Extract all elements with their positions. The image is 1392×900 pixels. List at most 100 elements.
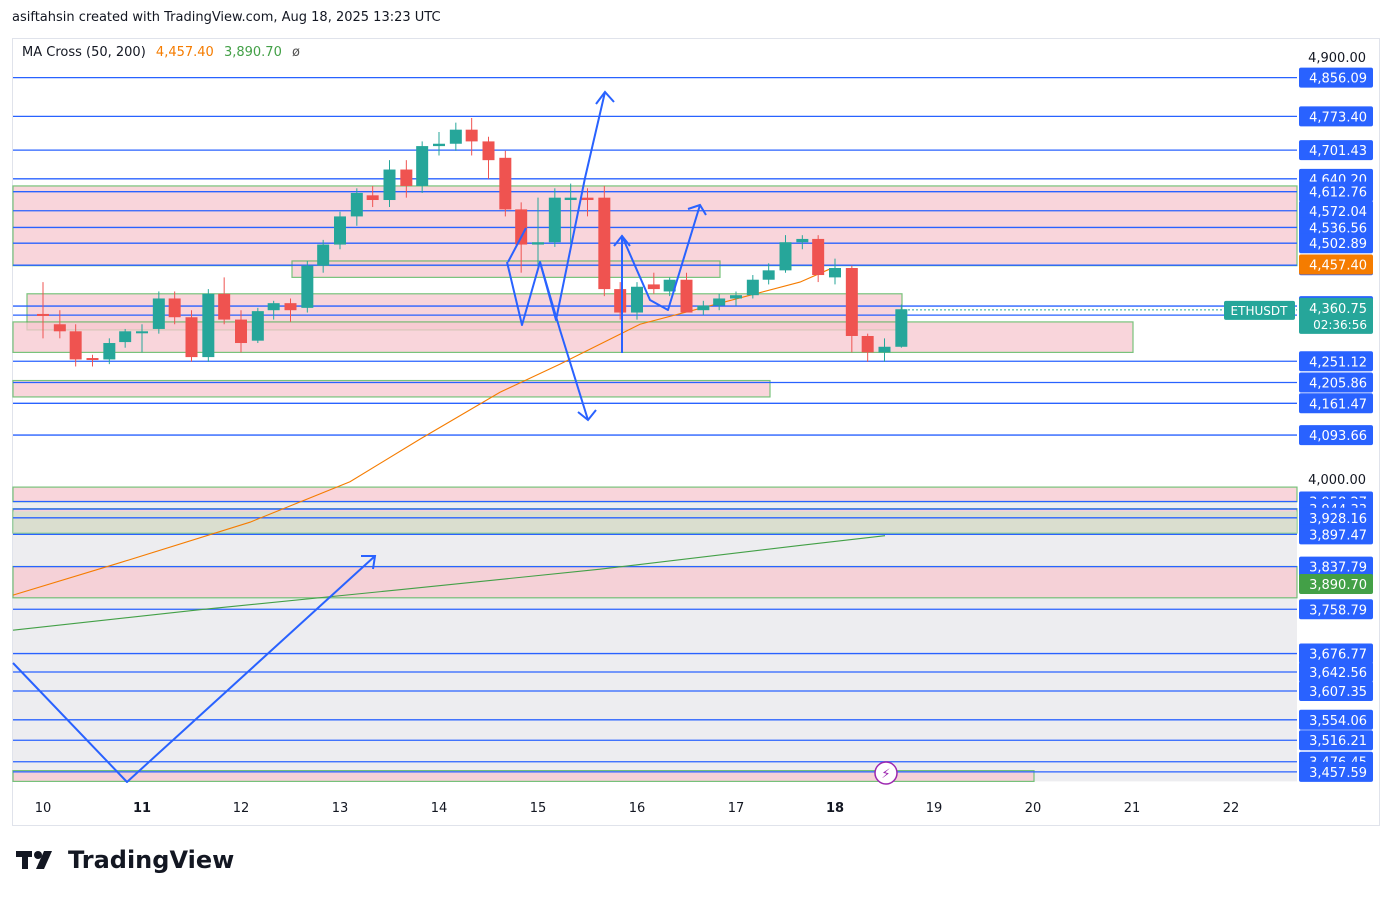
ma200-price-label: 3,890.70 — [1309, 578, 1367, 593]
level-label-1: 4,773.40 — [1309, 110, 1367, 125]
level-label-14: 4,093.66 — [1309, 429, 1367, 444]
candle-2[interactable] — [69, 331, 82, 360]
last-price-label: 4,360.75 — [1309, 302, 1367, 317]
x-tick-14: 14 — [431, 801, 448, 816]
symbol-label: ETHUSDT — [1231, 304, 1289, 318]
level-label-18: 3,897.47 — [1309, 528, 1367, 543]
candle-6[interactable] — [136, 331, 148, 334]
candle-34[interactable] — [598, 197, 611, 290]
candle-3[interactable] — [86, 358, 99, 361]
candle-11[interactable] — [218, 293, 231, 320]
candle-21[interactable] — [383, 169, 396, 201]
candle-16[interactable] — [301, 265, 314, 308]
level-label-22: 3,642.56 — [1309, 666, 1367, 681]
ma200-value: 3,890.70 — [223, 45, 282, 60]
candle-18[interactable] — [334, 216, 346, 245]
ma50-price-label: 4,457.40 — [1309, 259, 1367, 274]
level-label-25: 3,516.21 — [1309, 734, 1367, 749]
candle-8[interactable] — [168, 298, 181, 318]
candle-44[interactable] — [762, 270, 775, 280]
candle-15[interactable] — [284, 303, 297, 311]
candle-5[interactable] — [119, 331, 132, 343]
candle-36[interactable] — [631, 286, 643, 313]
candle-43[interactable] — [746, 279, 759, 296]
supply-zone-mid[interactable] — [291, 260, 721, 278]
tradingview-brand: TradingView — [68, 846, 235, 874]
x-tick-12: 12 — [233, 801, 250, 816]
x-tick-11: 11 — [133, 801, 151, 816]
x-tick-16: 16 — [629, 801, 646, 816]
candle-30[interactable] — [532, 242, 544, 245]
candle-33[interactable] — [581, 197, 594, 201]
supply-zone-upper[interactable] — [12, 185, 1298, 267]
candle-46[interactable] — [796, 238, 809, 243]
candle-27[interactable] — [482, 141, 495, 161]
candle-32[interactable] — [564, 197, 577, 201]
candle-4[interactable] — [103, 343, 116, 360]
x-tick-19: 19 — [926, 801, 943, 816]
candle-22[interactable] — [400, 169, 413, 186]
candle-12[interactable] — [235, 319, 247, 344]
candle-28[interactable] — [499, 157, 512, 210]
candle-26[interactable] — [465, 129, 478, 142]
candle-37[interactable] — [647, 284, 660, 290]
indicator-name: MA Cross (50, 200) — [22, 45, 146, 60]
level-label-12: 4,205.86 — [1309, 376, 1367, 391]
indicator-symbol: ø — [291, 45, 300, 60]
candle-39[interactable] — [680, 279, 693, 313]
green-zone — [13, 511, 1297, 533]
candle-35[interactable] — [614, 289, 627, 313]
lightning-icon: ⚡ — [881, 767, 890, 782]
zone-3958[interactable] — [12, 486, 1298, 503]
x-tick-21: 21 — [1124, 801, 1141, 816]
candle-7[interactable] — [152, 298, 165, 329]
x-tick-10: 10 — [35, 801, 52, 816]
candle-40[interactable] — [697, 305, 710, 311]
candle-49[interactable] — [845, 268, 858, 336]
candle-31[interactable] — [548, 197, 561, 243]
candle-45[interactable] — [779, 242, 792, 271]
demand-zone[interactable] — [12, 321, 1134, 353]
candle-0[interactable] — [37, 313, 49, 316]
candle-50[interactable] — [861, 335, 874, 353]
candle-9[interactable] — [185, 317, 198, 358]
zone-3758[interactable] — [12, 565, 1298, 599]
candle-23[interactable] — [416, 146, 429, 186]
candle-25[interactable] — [449, 129, 462, 144]
level-label-24: 3,554.06 — [1309, 714, 1367, 729]
level-label-11: 4,251.12 — [1309, 355, 1367, 370]
candle-10[interactable] — [202, 293, 215, 358]
indicator-legend[interactable]: MA Cross (50, 200) 4,457.40 3,890.70 ø — [22, 45, 300, 60]
candle-13[interactable] — [251, 311, 264, 341]
y-tick-0: 4,900.00 — [1308, 51, 1366, 66]
y-tick-1: 4,000.00 — [1308, 473, 1366, 488]
candle-41[interactable] — [713, 298, 726, 306]
candle-19[interactable] — [350, 192, 363, 217]
candle-47[interactable] — [812, 238, 825, 276]
level-label-27: 3,457.59 — [1309, 766, 1367, 781]
level-label-21: 3,676.77 — [1309, 648, 1367, 663]
level-label-13: 4,161.47 — [1309, 397, 1367, 412]
x-tick-22: 22 — [1223, 801, 1240, 816]
candle-48[interactable] — [829, 268, 841, 278]
level-label-0: 4,856.09 — [1309, 72, 1367, 87]
tradingview-logo-icon — [16, 851, 52, 869]
lower-range-zone — [13, 501, 1297, 782]
candle-14[interactable] — [267, 303, 280, 311]
x-tick-13: 13 — [332, 801, 349, 816]
candle-52[interactable] — [895, 309, 908, 347]
candle-17[interactable] — [317, 244, 330, 266]
level-label-7: 4,502.89 — [1309, 237, 1367, 252]
x-tick-20: 20 — [1025, 801, 1042, 816]
candle-1[interactable] — [53, 324, 66, 332]
candle-29[interactable] — [515, 209, 528, 245]
candle-42[interactable] — [730, 295, 742, 299]
level-label-19: 3,837.79 — [1309, 561, 1367, 576]
level-label-2: 4,701.43 — [1309, 144, 1367, 159]
candle-20[interactable] — [366, 195, 379, 201]
candle-51[interactable] — [878, 346, 891, 353]
tradingview-logo[interactable]: TradingView — [16, 846, 234, 874]
candle-24[interactable] — [433, 143, 445, 147]
price-chart[interactable]: ⚡ 10 11 12 13 14 15 16 17 18 19 20 21 22 4,900.00 4,000… — [0, 0, 1392, 900]
ma50-value: 4,457.40 — [155, 45, 214, 60]
